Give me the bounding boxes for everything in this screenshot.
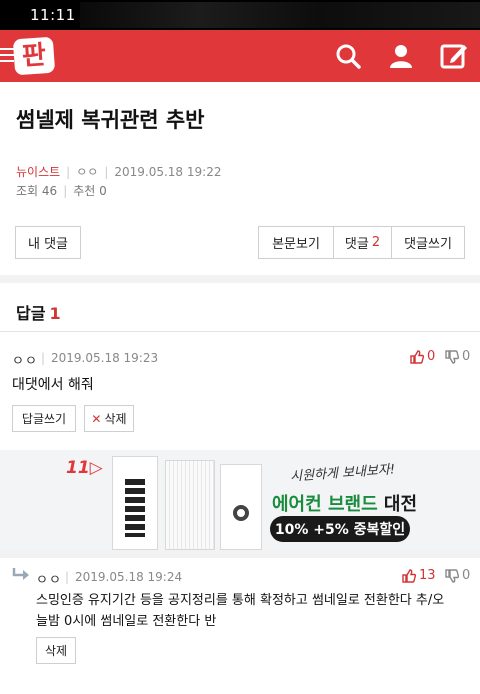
status-time: 11:11	[30, 6, 76, 24]
comment-datetime: 2019.05.18 19:24	[75, 570, 183, 584]
reply-write-label: 답글쓰기	[21, 412, 67, 426]
downvote-count: 0	[462, 568, 471, 583]
comments-count: 2	[371, 235, 381, 250]
post-datetime: 2019.05.18 19:22	[114, 165, 222, 179]
upvote-count: 0	[427, 349, 436, 364]
upvote-count: 13	[419, 568, 436, 583]
replies-heading: 답글 1	[16, 300, 61, 324]
ad-slogan: 시원하게 보내보자!	[289, 462, 396, 485]
downvote-button[interactable]: 0	[445, 568, 470, 583]
upvote-button[interactable]: 13	[402, 568, 436, 583]
delete-button[interactable]: 삭제	[36, 637, 76, 664]
thumbs-down-icon	[445, 568, 459, 583]
comments-label: 댓글	[344, 237, 369, 252]
ad-brand-logo: 11▷	[66, 458, 103, 478]
separator: |	[65, 570, 70, 584]
upvote-button[interactable]: 0	[410, 349, 435, 364]
my-comments-button[interactable]: 내 댓글	[15, 226, 81, 259]
delete-label: 삭제	[104, 412, 127, 426]
views-label: 조회	[16, 184, 39, 198]
reply-arrow-icon	[12, 566, 30, 585]
menu-icon[interactable]	[0, 48, 14, 62]
downvote-count: 0	[462, 349, 471, 364]
write-comment-button[interactable]: 댓글쓰기	[391, 226, 465, 259]
my-comments-label: 내 댓글	[27, 237, 68, 252]
ad-discount-badge: 10% +5% 중복할인	[270, 516, 410, 542]
status-bar: 11:11	[0, 0, 480, 30]
search-icon[interactable]	[334, 42, 362, 70]
section-divider	[0, 275, 480, 283]
aircon-unit-image	[165, 460, 215, 550]
recommend-count: 0	[99, 184, 107, 198]
recommend-label: 추천	[73, 184, 96, 198]
comment-text-line-1: 스밍인증 유지기간 등을 공지정리를 통해 확정하고 썸네일로 전환한다 추/오	[36, 593, 445, 608]
aircon-unit-image	[112, 456, 158, 550]
redacted-area	[80, 2, 480, 28]
comments-button[interactable]: 댓글 2	[333, 226, 392, 259]
write-icon[interactable]	[440, 42, 468, 70]
post-category[interactable]: 뉴이스트	[16, 165, 60, 179]
section-divider	[0, 550, 480, 558]
thumbs-up-icon	[402, 568, 416, 583]
app-header: 판	[0, 30, 480, 82]
views-count: 46	[41, 184, 58, 198]
comment-author: ㅇㅇ	[36, 573, 62, 588]
thumbs-down-icon	[445, 349, 459, 364]
user-icon[interactable]	[387, 42, 415, 70]
pann-logo[interactable]: 판	[12, 36, 56, 76]
view-post-button[interactable]: 본문보기	[258, 226, 334, 259]
ad-banner[interactable]: 11▷ 시원하게 보내보자! 에어컨 브랜드 대전 10% +5% 중복할인	[0, 450, 480, 550]
delete-label: 삭제	[44, 644, 68, 658]
post-title: 썸넬제 복귀관련 추반	[16, 108, 205, 132]
post-meta: 뉴이스트 | ㅇㅇ | 2019.05.18 19:22	[16, 165, 222, 179]
write-comment-label: 댓글쓰기	[404, 237, 452, 252]
post-author: ㅇㅇ	[76, 165, 99, 179]
ad-heading: 에어컨 브랜드 대전	[272, 494, 418, 515]
separator: |	[41, 351, 46, 365]
reply-write-button[interactable]: 답글쓰기	[12, 405, 76, 432]
delete-button[interactable]: ✕ 삭제	[84, 405, 134, 432]
thumbs-up-icon	[410, 349, 424, 364]
comment-datetime: 2019.05.18 19:23	[51, 351, 159, 365]
comment-text-line-2: 늘밤 0시에 썸네일로 전환한다 반	[36, 614, 217, 629]
comment-text: 대댓에서 해줘	[12, 377, 94, 393]
comment-author: ㅇㅇ	[12, 354, 38, 369]
downvote-button[interactable]: 0	[445, 349, 470, 364]
divider	[0, 331, 480, 332]
view-post-label: 본문보기	[272, 237, 320, 252]
replies-count: 1	[49, 304, 61, 323]
aircon-unit-image	[220, 464, 262, 550]
post-stats: 조회 46 | 추천 0	[16, 184, 107, 198]
close-icon: ✕	[91, 411, 102, 426]
replies-label: 답글	[16, 304, 46, 323]
